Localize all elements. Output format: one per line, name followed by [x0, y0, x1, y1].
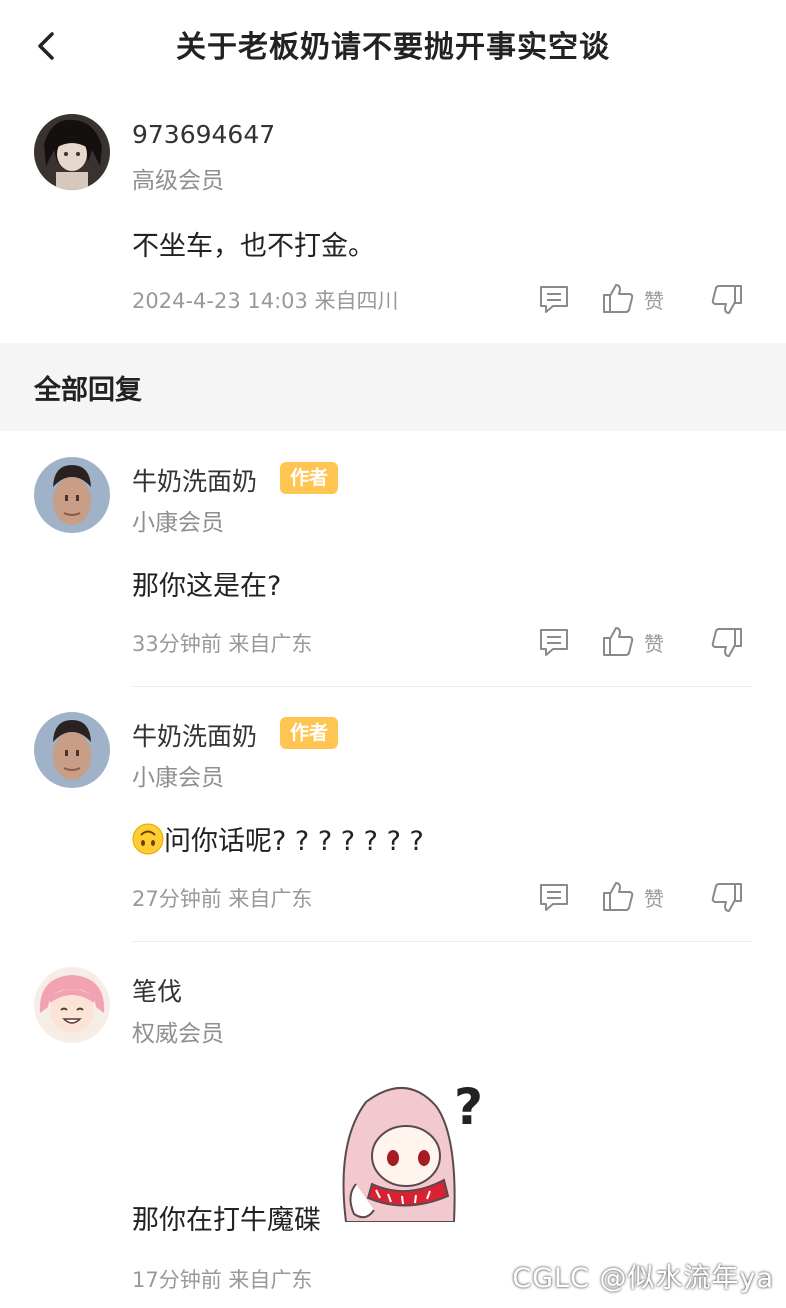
avatar-image: [34, 457, 110, 533]
watermark: CGLC @似水流年ya: [512, 1263, 774, 1294]
like-button[interactable]: [601, 879, 635, 915]
avatar[interactable]: [34, 114, 110, 190]
member-level: 权威会员: [132, 1021, 224, 1047]
divider: [132, 941, 752, 942]
reply-content: 问你话呢? ? ? ? ? ? ?: [132, 819, 424, 858]
thumbs-up-icon: [603, 284, 634, 313]
thumbs-up-icon: [603, 882, 634, 911]
divider: [132, 686, 752, 687]
reply-meta: 17分钟前 来自广东: [132, 1268, 313, 1292]
avatar-image: [34, 967, 110, 1043]
avatar[interactable]: [34, 967, 110, 1043]
page-title: 关于老板奶请不要抛开事实空谈: [176, 30, 610, 65]
like-label[interactable]: 赞: [644, 883, 664, 912]
section-title: 全部回复: [34, 375, 142, 406]
reply-content-text: 问你话呢? ? ? ? ? ? ?: [164, 826, 424, 857]
username[interactable]: 牛奶洗面奶: [132, 717, 257, 753]
chevron-left-icon: [38, 32, 54, 60]
author-badge: 作者: [280, 717, 339, 749]
like-button[interactable]: [601, 281, 635, 317]
member-level: 小康会员: [132, 765, 224, 791]
upside-down-face-emoji: [132, 823, 164, 855]
comment-icon: [540, 629, 568, 656]
comment-button[interactable]: [537, 282, 571, 318]
comment-icon: [540, 286, 568, 313]
username[interactable]: 笔伐: [132, 972, 182, 1008]
dislike-button[interactable]: [710, 881, 744, 917]
section-header: 全部回复: [0, 343, 786, 431]
dislike-button[interactable]: [710, 283, 744, 319]
post-meta: 2024-4-23 14:03 来自四川: [132, 289, 399, 313]
sticker-image: ?: [336, 1078, 494, 1228]
comment-button[interactable]: [537, 625, 571, 661]
avatar[interactable]: [34, 457, 110, 533]
like-button[interactable]: [601, 624, 635, 660]
comment-button[interactable]: [537, 880, 571, 916]
top-bar: 关于老板奶请不要抛开事实空谈: [0, 0, 786, 90]
thumbs-down-icon: [711, 883, 742, 912]
member-level: 高级会员: [132, 168, 224, 194]
username[interactable]: 牛奶洗面奶: [132, 462, 257, 498]
thumbs-down-icon: [711, 628, 742, 657]
post-content: 不坐车，也不打金。: [132, 231, 375, 262]
author-badge: 作者: [280, 462, 339, 494]
reply-meta: 27分钟前 来自广东: [132, 887, 313, 911]
username[interactable]: 973694647: [132, 120, 275, 149]
thumbs-down-icon: [711, 285, 742, 314]
comment-icon: [540, 884, 568, 911]
avatar-image: [34, 114, 110, 190]
reply-content: 那你在打牛魔碟: [132, 1205, 321, 1236]
reply-meta: 33分钟前 来自广东: [132, 632, 313, 656]
member-level: 小康会员: [132, 510, 224, 536]
back-button[interactable]: [28, 26, 68, 66]
thumbs-up-icon: [603, 627, 634, 656]
like-label[interactable]: 赞: [644, 285, 664, 314]
dislike-button[interactable]: [710, 626, 744, 662]
svg-text:?: ?: [454, 1078, 483, 1136]
avatar[interactable]: [34, 712, 110, 788]
reply-content: 那你这是在?: [132, 571, 282, 602]
like-label[interactable]: 赞: [644, 628, 664, 657]
avatar-image: [34, 712, 110, 788]
